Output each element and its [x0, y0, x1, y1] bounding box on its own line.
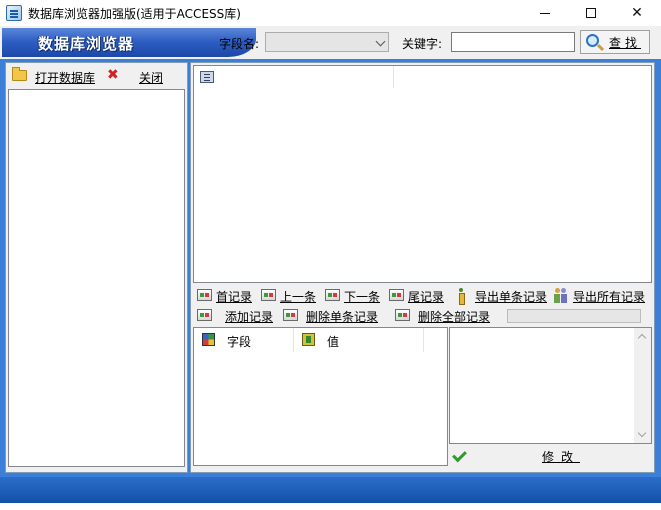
export-progress-bar	[507, 309, 641, 323]
left-panel: 打开数据库 ✖ 关闭	[5, 62, 188, 473]
modify-button[interactable]: 修改	[542, 448, 580, 465]
app-icon	[6, 5, 22, 21]
brand-banner: 数据库浏览器	[2, 28, 256, 57]
open-database-link[interactable]: 打开数据库	[35, 69, 95, 86]
grid-header	[194, 66, 394, 88]
editor-scrollbar[interactable]	[634, 328, 651, 443]
record-icon	[197, 309, 212, 321]
column-label-field: 字段	[227, 335, 252, 349]
folder-open-icon[interactable]	[12, 67, 27, 81]
people-icon	[554, 288, 568, 303]
search-button[interactable]: 查找	[580, 30, 650, 54]
field-grid-icon	[202, 333, 215, 346]
minimize-icon	[540, 12, 550, 14]
value-icon	[302, 333, 315, 346]
delete-all-records-label: 删除全部记录	[418, 310, 491, 324]
table-list[interactable]	[8, 89, 185, 467]
right-panel: 首记录 上一条 下一条 尾记录 导出单条记录 导出所有记录 添加记录 删除单条记…	[190, 62, 655, 473]
keyword-label: 关键字:	[402, 37, 443, 51]
search-button-label: 查找	[609, 36, 642, 50]
last-record-label: 尾记录	[408, 290, 445, 304]
nav-row-2: 添加记录 删除单条记录 删除全部记录	[193, 307, 503, 326]
info-icon	[458, 288, 465, 305]
bottom-strip	[0, 503, 661, 510]
status-bar	[0, 477, 661, 503]
field-name-select[interactable]	[265, 32, 389, 52]
scroll-down-icon[interactable]	[637, 428, 647, 438]
record-icon	[325, 289, 340, 301]
maximize-icon	[586, 8, 596, 18]
record-icon	[197, 289, 212, 301]
minimize-button[interactable]	[522, 0, 568, 26]
maximize-button[interactable]	[568, 0, 614, 26]
record-icon	[389, 289, 404, 301]
export-all-records-label: 导出所有记录	[573, 290, 646, 304]
previous-record-label: 上一条	[280, 290, 317, 304]
first-record-label: 首记录	[216, 290, 253, 304]
field-value-grid[interactable]: 字段 值	[193, 327, 448, 466]
search-icon	[586, 34, 599, 47]
export-single-record-label: 导出单条记录	[475, 290, 548, 304]
keyword-input[interactable]	[451, 32, 575, 52]
records-grid[interactable]	[193, 65, 652, 283]
chevron-down-icon	[375, 36, 386, 47]
column-label-value: 值	[327, 335, 340, 349]
record-icon	[395, 309, 410, 321]
scroll-up-icon[interactable]	[637, 333, 647, 343]
value-editor[interactable]	[449, 327, 652, 444]
nav-row-1: 首记录 上一条 下一条 尾记录 导出单条记录 导出所有记录	[193, 287, 653, 306]
grid-list-icon	[200, 71, 214, 83]
close-window-icon: ✕	[631, 5, 643, 21]
left-toolbar: 打开数据库 ✖ 关闭	[6, 63, 187, 88]
window-title: 数据库浏览器加强版(适用于ACCESS库)	[28, 7, 241, 21]
record-icon	[261, 289, 276, 301]
column-header-field[interactable]: 字段	[194, 328, 294, 352]
delete-single-record-label: 删除单条记录	[306, 310, 379, 324]
checkmark-icon	[452, 447, 467, 463]
close-database-link[interactable]: 关闭	[139, 69, 163, 86]
close-database-icon[interactable]: ✖	[107, 68, 119, 82]
title-bar: 数据库浏览器加强版(适用于ACCESS库) ✕	[0, 0, 661, 26]
record-icon	[283, 309, 298, 321]
field-name-label: 字段名:	[219, 37, 260, 51]
next-record-label: 下一条	[344, 290, 381, 304]
add-record-label: 添加记录	[225, 310, 274, 324]
window-close-button[interactable]: ✕	[614, 0, 660, 26]
brand-title: 数据库浏览器	[38, 35, 135, 53]
column-header-value[interactable]: 值	[294, 328, 424, 352]
